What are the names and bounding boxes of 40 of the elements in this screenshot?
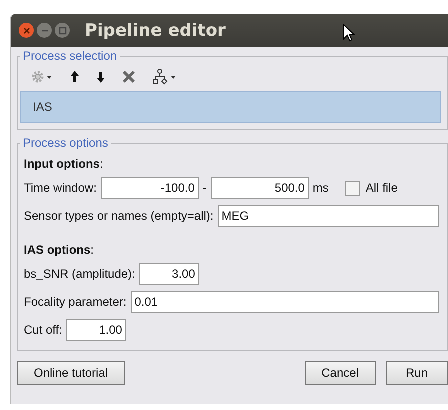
gear-icon <box>32 70 54 84</box>
unit-label: ms <box>312 181 329 195</box>
close-icon <box>22 26 30 34</box>
dialog-button[interactable]: Run <box>386 361 448 385</box>
hierarchy-icon <box>152 69 178 85</box>
move-up-button[interactable] <box>70 70 80 84</box>
section-heading: IAS options: <box>24 243 94 257</box>
window-title: Pipeline editor <box>85 20 226 40</box>
field-label: Cut off: <box>24 323 62 337</box>
panel-legend: Process options <box>20 136 112 150</box>
delete-button[interactable] <box>122 70 136 84</box>
field-label: bs_SNR (amplitude): <box>24 267 136 281</box>
input-field[interactable]: MEG <box>218 205 439 227</box>
field-label: Time window: <box>24 181 97 195</box>
input-field[interactable]: 1.00 <box>66 319 126 341</box>
dialog-button[interactable]: Cancel <box>304 361 376 385</box>
field-label: Focality parameter: <box>24 295 127 309</box>
maximize-button[interactable] <box>55 23 70 38</box>
down-arrow-icon <box>96 70 106 84</box>
minimize-button[interactable] <box>37 23 52 38</box>
move-down-button[interactable] <box>96 70 106 84</box>
panel-legend: Process selection <box>20 49 120 63</box>
maximize-icon <box>58 26 66 34</box>
pointer-icon <box>343 24 355 42</box>
input-field[interactable]: 3.00 <box>139 263 200 285</box>
checkbox[interactable] <box>344 180 360 196</box>
close-button[interactable] <box>19 23 34 38</box>
section-heading: Input options: <box>24 157 104 171</box>
process-list-item[interactable]: IAS <box>21 92 440 122</box>
checkbox-label: All file <box>366 181 398 195</box>
delete-icon <box>122 70 136 84</box>
input-field[interactable]: 0.01 <box>130 291 439 313</box>
field-label: Sensor types or names (empty=all): <box>24 209 214 223</box>
tutorial-button[interactable]: Online tutorial <box>17 361 126 385</box>
input-field[interactable]: 500.0 <box>210 177 309 199</box>
input-field[interactable]: -100.0 <box>100 177 199 199</box>
pipeline-menu-button[interactable] <box>152 69 178 85</box>
gear-menu-button[interactable] <box>32 70 54 84</box>
up-arrow-icon <box>70 70 80 84</box>
range-separator: - <box>202 181 207 195</box>
